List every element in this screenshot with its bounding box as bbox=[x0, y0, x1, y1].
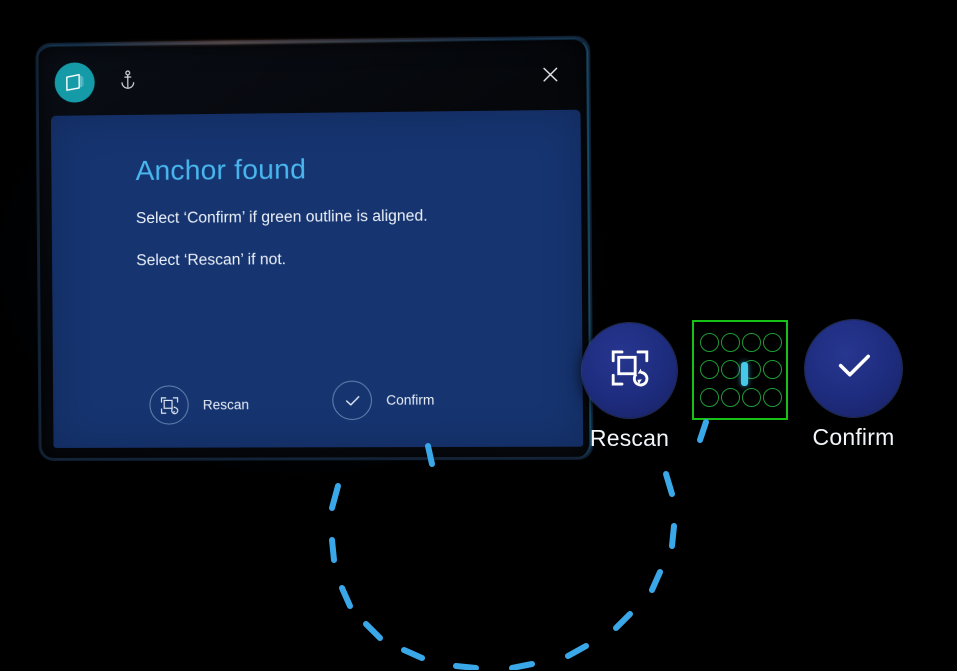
app-panel: Anchor found Select ‘Confirm’ if green o… bbox=[36, 36, 593, 461]
anchor-cursor-marker bbox=[741, 362, 748, 386]
dialog-instruction-primary: Select ‘Confirm’ if green outline is ali… bbox=[135, 207, 428, 228]
anchor-dot bbox=[763, 333, 782, 353]
floating-rescan-button[interactable]: Rescan bbox=[582, 323, 677, 452]
anchor-dot bbox=[721, 360, 740, 380]
anchor-dot bbox=[742, 387, 761, 407]
anchor-alignment-outline bbox=[692, 320, 788, 420]
floating-rescan-label: Rescan bbox=[589, 425, 670, 451]
dialog-instruction-secondary: Select ‘Rescan’ if not. bbox=[136, 251, 287, 270]
anchor-dot bbox=[763, 360, 782, 380]
anchor-button[interactable] bbox=[111, 65, 145, 100]
dialog-actions: Rescan Confirm bbox=[149, 380, 556, 426]
rescan-frame-icon bbox=[149, 385, 189, 425]
anchor-dot bbox=[700, 360, 719, 380]
anchor-dot bbox=[721, 387, 740, 407]
dialog-surface: Anchor found Select ‘Confirm’ if green o… bbox=[50, 109, 584, 448]
anchor-dot-grid bbox=[700, 330, 782, 410]
floating-confirm-button[interactable]: Confirm bbox=[805, 320, 902, 451]
panel-titlebar bbox=[44, 43, 581, 116]
checkmark-icon bbox=[332, 380, 373, 421]
anchor-dot bbox=[700, 387, 719, 407]
floating-confirm-label: Confirm bbox=[812, 424, 895, 450]
anchor-dot bbox=[763, 387, 782, 407]
rescan-frame-icon bbox=[609, 347, 651, 394]
dialog-title: Anchor found bbox=[135, 153, 307, 187]
anchor-dot bbox=[742, 333, 761, 353]
anchor-icon bbox=[120, 69, 136, 94]
mixed-reality-slate-icon bbox=[64, 72, 86, 92]
titlebar-spacer bbox=[145, 77, 532, 82]
dialog-confirm-label: Confirm bbox=[386, 392, 435, 408]
dialog-rescan-button[interactable]: Rescan bbox=[149, 385, 249, 425]
floating-rescan-circle[interactable] bbox=[582, 323, 677, 418]
dialog-rescan-label: Rescan bbox=[202, 397, 250, 413]
floating-confirm-circle[interactable] bbox=[805, 320, 902, 417]
mixed-reality-scene: Anchor found Select ‘Confirm’ if green o… bbox=[0, 0, 957, 671]
anchor-dot bbox=[721, 333, 740, 353]
close-button[interactable] bbox=[532, 58, 569, 95]
dialog-confirm-button[interactable]: Confirm bbox=[332, 380, 435, 421]
app-badge bbox=[54, 62, 95, 103]
checkmark-icon bbox=[831, 343, 877, 394]
anchor-dot bbox=[700, 333, 719, 353]
close-icon bbox=[540, 64, 561, 90]
